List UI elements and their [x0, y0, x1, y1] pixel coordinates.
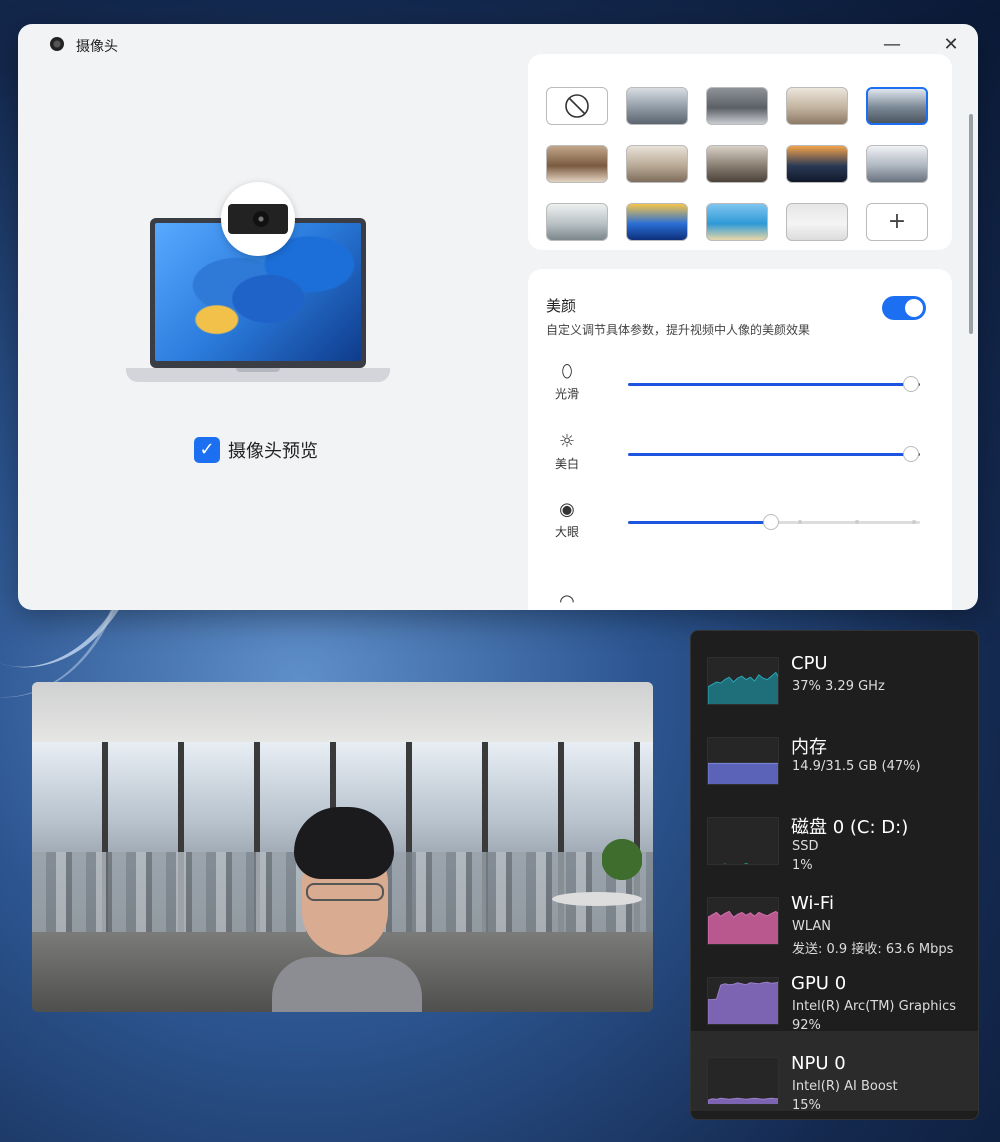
perf-detail: 14.9/31.5 GB (47%) — [792, 759, 921, 774]
perf-detail: SSD — [792, 839, 819, 854]
perf-detail: Intel(R) AI Boost — [792, 1079, 898, 1094]
perf-graph — [707, 737, 779, 785]
person-glasses — [306, 883, 384, 901]
perf-graph — [707, 897, 779, 945]
perf-name: 内存 — [791, 737, 827, 758]
smooth-slider[interactable] — [628, 376, 920, 392]
camera-preview-label: 摄像头预览 — [228, 441, 318, 462]
person-shirt — [272, 957, 422, 1012]
beauty-toggle[interactable] — [882, 296, 926, 320]
laptop-notch — [236, 368, 280, 372]
perf-detail: WLAN — [792, 919, 832, 934]
slider-row-whiten: ☼ 美白 — [528, 431, 952, 481]
smooth-label: 光滑 — [554, 387, 579, 401]
no-background-icon — [547, 88, 607, 124]
eye-slider-fill — [628, 521, 772, 524]
perf-detail: 15% — [792, 1098, 821, 1113]
camera-preview-toggle[interactable]: ✓ 摄像头预览 — [194, 436, 318, 464]
perf-detail: Intel(R) Arc(TM) Graphics — [792, 999, 957, 1014]
background-thumb-none[interactable] — [546, 87, 608, 125]
perf-item-0[interactable]: CPU 37% 3.29 GHz — [691, 631, 978, 711]
perf-graph-area — [722, 863, 749, 864]
eye-label: 大眼 — [554, 525, 579, 539]
webcam-lens-icon — [253, 211, 269, 227]
perf-item-4[interactable]: GPU 0 Intel(R) Arc(TM) Graphics 92% — [691, 951, 978, 1033]
background-thumb-office-2[interactable] — [706, 87, 768, 125]
whiten-slider-fill — [628, 453, 920, 456]
perf-name: 磁盘 0 (C: D:) — [791, 817, 909, 838]
perf-name: CPU — [791, 653, 828, 674]
perf-graph — [707, 657, 779, 705]
perf-graph-area — [708, 981, 778, 1024]
perf-graph — [707, 977, 779, 1025]
background-thumb-landscape[interactable] — [546, 203, 608, 241]
camera-window: 摄像头 — ✕ ✓ 摄像头预览 + 美颜 自定义调节具体参数，提升视频中人像的美… — [18, 24, 978, 610]
person — [272, 807, 422, 1012]
slider-row-eye: ◉ 大眼 — [528, 499, 952, 549]
beauty-title: 美颜 — [546, 297, 577, 315]
background-thumb-add[interactable]: + — [866, 203, 928, 241]
face-shape-icon: ◠ — [559, 591, 575, 610]
whiten-slider[interactable] — [628, 446, 920, 462]
background-thumb-office-3[interactable] — [786, 87, 848, 125]
perf-graph — [707, 817, 779, 865]
eye-icon: ◉ — [559, 499, 575, 520]
slider-row-partial: ◠ — [528, 591, 952, 610]
table — [552, 892, 642, 906]
add-background-icon: + — [887, 209, 907, 234]
perf-name: Wi-Fi — [791, 893, 834, 914]
perf-detail: 37% 3.29 GHz — [792, 679, 885, 694]
whiten-label: 美白 — [554, 457, 579, 471]
window-title: 摄像头 — [76, 39, 118, 55]
perf-name: NPU 0 — [791, 1053, 846, 1074]
background-thumb-tunnel[interactable] — [866, 145, 928, 183]
background-thumb-living-1[interactable] — [546, 145, 608, 183]
performance-widget: CPU 37% 3.29 GHz 内存 14.9/31.5 GB (47%) 磁盘 0 … — [690, 630, 979, 1120]
slider-tick — [912, 520, 917, 524]
eye-slider-handle[interactable] — [763, 514, 780, 530]
slider-tick — [854, 520, 859, 524]
whiten-icon: ☼ — [558, 431, 576, 452]
slider-row-smooth: ⬯ 光滑 — [528, 361, 952, 411]
smooth-slider-handle[interactable] — [903, 376, 920, 392]
smooth-icon: ⬯ — [561, 361, 573, 382]
perf-graph-area — [708, 762, 778, 784]
perf-graph-area — [708, 1097, 778, 1104]
perf-graph — [707, 1057, 779, 1105]
perf-item-2[interactable]: 磁盘 0 (C: D:) SSD 1% — [691, 791, 978, 873]
webcam-illustration — [221, 182, 295, 256]
background-thumb-abstract-blue[interactable] — [626, 203, 688, 241]
background-thumb-office-4[interactable] — [866, 87, 928, 125]
background-thumb-living-2[interactable] — [626, 145, 688, 183]
background-card: + — [528, 54, 952, 250]
settings-scrollbar[interactable] — [969, 114, 973, 334]
slider-tick — [797, 520, 802, 524]
perf-item-3[interactable]: Wi-Fi WLAN 发送: 0.9 接收: 63.6 Mbps — [691, 871, 978, 957]
perf-item-5[interactable]: NPU 0 Intel(R) AI Boost 15% — [691, 1031, 978, 1113]
smooth-slider-fill — [628, 383, 920, 386]
beauty-card: 美颜 自定义调节具体参数，提升视频中人像的美颜效果 ⬯ 光滑 ☼ 美白 ◉ 大眼 ◠ — [528, 269, 952, 610]
ceiling — [32, 682, 653, 742]
camera-preview-checkbox[interactable]: ✓ — [194, 437, 220, 463]
background-thumb-beach[interactable] — [706, 203, 768, 241]
camera-video-preview — [32, 682, 653, 1012]
person-hair — [294, 807, 394, 879]
toggle-knob — [905, 299, 923, 317]
perf-graph-area — [708, 910, 778, 944]
plant — [602, 832, 642, 887]
perf-graph-area — [708, 671, 778, 704]
webcam-body — [228, 204, 288, 234]
background-thumb-city-night[interactable] — [786, 145, 848, 183]
camera-app-icon — [50, 37, 64, 51]
background-thumb-office-1[interactable] — [626, 87, 688, 125]
background-thumb-living-3[interactable] — [706, 145, 768, 183]
whiten-slider-handle[interactable] — [903, 446, 920, 462]
beauty-description: 自定义调节具体参数，提升视频中人像的美颜效果 — [546, 323, 811, 337]
background-thumb-transparent[interactable] — [786, 203, 848, 241]
perf-name: GPU 0 — [791, 973, 847, 994]
eye-slider[interactable] — [628, 514, 920, 530]
perf-item-1[interactable]: 内存 14.9/31.5 GB (47%) — [691, 711, 978, 791]
